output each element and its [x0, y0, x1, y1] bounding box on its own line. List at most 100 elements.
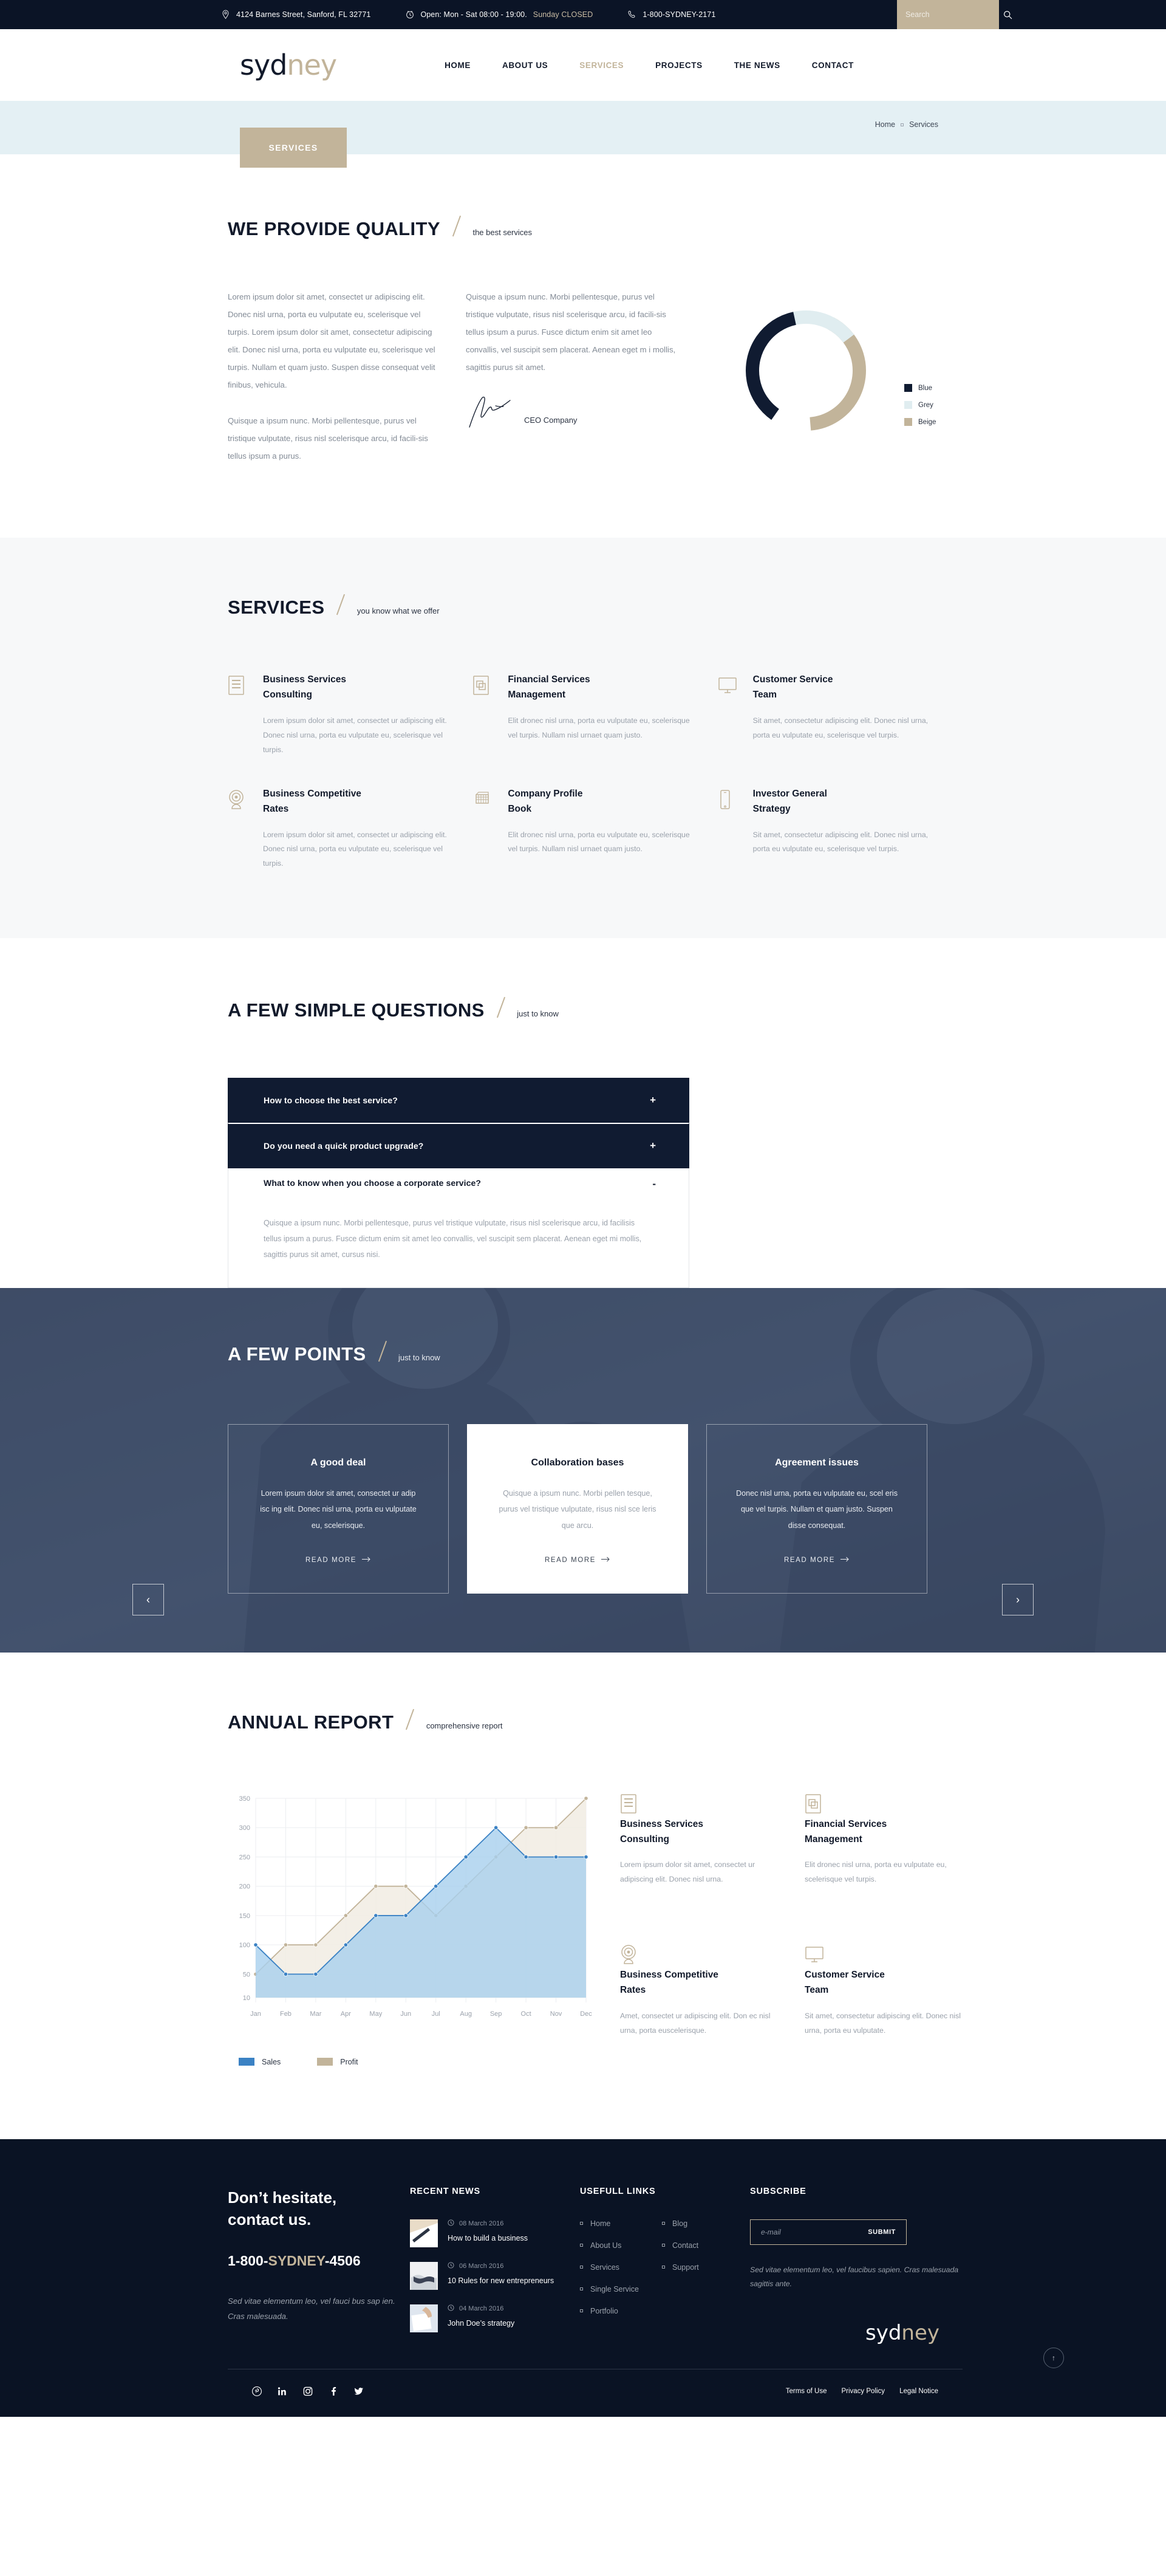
- news-title[interactable]: John Doe’s strategy: [448, 2319, 514, 2328]
- read-more-link[interactable]: READ MORE: [784, 1557, 850, 1564]
- pinterest-icon[interactable]: [252, 2386, 262, 2396]
- breadcrumb-home[interactable]: Home: [875, 120, 895, 129]
- point-card-text: Quisque a ipsum nunc. Morbi pellen tesqu…: [499, 1488, 656, 1530]
- document-icon: [228, 673, 248, 758]
- faq-item[interactable]: How to choose the best service? +: [228, 1078, 689, 1123]
- service-card-title: Financial Services Management: [508, 674, 590, 701]
- footer-link-single-service[interactable]: Single Service: [590, 2285, 639, 2293]
- news-date-row: 06 March 2016: [448, 2262, 554, 2270]
- point-card[interactable]: A good deal Lorem ipsum dolor sit amet, …: [228, 1423, 449, 1594]
- faq-item-header[interactable]: Do you need a quick product upgrade? +: [228, 1124, 689, 1168]
- facebook-icon[interactable]: [329, 2386, 338, 2396]
- footer-link-item[interactable]: Support: [662, 2263, 744, 2272]
- annual-service-card[interactable]: Business Services Consulting Lorem ipsum …: [620, 1793, 778, 1916]
- faq-item-header[interactable]: What to know when you choose a corporate…: [228, 1168, 689, 1216]
- nav-item-services[interactable]: SERVICES: [579, 61, 624, 70]
- service-card[interactable]: Customer Service Team Sit amet, consectet…: [718, 673, 944, 758]
- nav-item-contact[interactable]: CONTACT: [812, 61, 854, 70]
- annual-service-card[interactable]: Business Competitive Rates Amet, consecte…: [620, 1944, 778, 2066]
- page-title: SERVICES: [240, 128, 347, 168]
- service-card[interactable]: Financial Services Management Elit dronec…: [472, 673, 699, 758]
- service-card-title: Investor General Strategy: [752, 788, 827, 814]
- point-card[interactable]: Agreement issues Donec nisl urna, porta …: [706, 1423, 927, 1594]
- annual-service-card[interactable]: Customer Service Team Sit amet, consectet…: [805, 1944, 963, 2066]
- news-date-row: 04 March 2016: [448, 2304, 514, 2313]
- quality-paragraph-2: Quisque a ipsum nunc. Morbi pellentesque…: [228, 416, 428, 461]
- footer-link-contact[interactable]: Contact: [672, 2241, 698, 2250]
- annual-heading: ANNUAL REPORT comprehensive report: [228, 1708, 963, 1732]
- read-more-link[interactable]: READ MORE: [305, 1557, 371, 1564]
- read-more-link[interactable]: READ MORE: [545, 1557, 610, 1564]
- news-item[interactable]: 04 March 2016 John Doe’s strategy: [410, 2304, 580, 2332]
- point-card-text: Donec nisl urna, porta eu vulputate eu, …: [735, 1488, 898, 1530]
- breadcrumb: Home Services: [875, 120, 938, 129]
- footer-link-blog[interactable]: Blog: [672, 2219, 687, 2228]
- footer-link-item[interactable]: Single Service: [580, 2285, 662, 2293]
- quality-section: WE PROVIDE QUALITY the best services Lor…: [0, 154, 1166, 538]
- footer-link-about[interactable]: About Us: [590, 2241, 621, 2250]
- clock-icon: [406, 10, 414, 19]
- search-input[interactable]: [905, 10, 1003, 19]
- service-card[interactable]: Business Services Consulting Lorem ipsum …: [228, 673, 454, 758]
- footer-link-item[interactable]: Contact: [662, 2241, 744, 2250]
- footer-link-portfolio[interactable]: Portfolio: [590, 2307, 618, 2315]
- legal-link-terms[interactable]: Terms of Use: [786, 2388, 827, 2395]
- nav-item-home[interactable]: HOME: [445, 61, 471, 70]
- point-card[interactable]: Collaboration bases Quisque a ipsum nunc…: [467, 1423, 688, 1594]
- footer-link-item[interactable]: Blog: [662, 2219, 744, 2228]
- linkedin-icon[interactable]: [278, 2386, 287, 2396]
- twitter-icon[interactable]: [354, 2386, 364, 2396]
- service-card[interactable]: Company Profile Book Elit dronec nisl urn…: [472, 787, 699, 872]
- breadcrumb-current: Services: [909, 120, 938, 129]
- footer-link-item[interactable]: Home: [580, 2219, 662, 2228]
- svg-text:350: 350: [239, 1795, 250, 1803]
- legend-item-blue: Blue: [904, 384, 936, 392]
- annual-service-title: Business Services Consulting: [620, 1818, 704, 1845]
- svg-text:Mar: Mar: [310, 2010, 321, 2018]
- site-logo[interactable]: sydney: [240, 51, 337, 79]
- read-more-label: READ MORE: [544, 1557, 596, 1564]
- back-to-top-button[interactable]: ↑: [1043, 2347, 1064, 2368]
- news-thumbnail: [410, 2219, 438, 2247]
- nav-item-about[interactable]: ABOUT US: [502, 61, 548, 70]
- nav-item-projects[interactable]: PROJECTS: [655, 61, 703, 70]
- carousel-next-button[interactable]: ›: [1002, 1584, 1034, 1615]
- news-item[interactable]: 06 March 2016 10 Rules for new entrepren…: [410, 2261, 580, 2290]
- faq-item[interactable]: Do you need a quick product upgrade? +: [228, 1123, 689, 1169]
- footer-link-services[interactable]: Services: [590, 2263, 619, 2272]
- footer-link-item[interactable]: Services: [580, 2263, 662, 2272]
- subscribe-form[interactable]: SUBMIT: [750, 2219, 907, 2245]
- top-info-bar: 4124 Barnes Street, Sanford, FL 32771 Op…: [0, 0, 1166, 29]
- annual-service-card[interactable]: Financial Services Management Elit dronec…: [805, 1793, 963, 1916]
- news-item[interactable]: 08 March 2016 How to build a business: [410, 2219, 580, 2247]
- search-button[interactable]: [1003, 10, 1012, 19]
- legal-link-privacy[interactable]: Privacy Policy: [841, 2388, 885, 2395]
- nav-item-news[interactable]: THE NEWS: [734, 61, 780, 70]
- submit-button[interactable]: SUBMIT: [868, 2228, 896, 2236]
- news-title[interactable]: 10 Rules for new entrepreneurs: [448, 2276, 554, 2285]
- news-title[interactable]: How to build a business: [448, 2234, 528, 2242]
- footer-link-home[interactable]: Home: [590, 2219, 610, 2228]
- footer-logo-part-1: syd: [865, 2320, 902, 2345]
- instagram-icon[interactable]: [303, 2386, 313, 2396]
- point-card-title: A good deal: [310, 1457, 366, 1468]
- target-icon: [228, 787, 248, 872]
- footer-phone[interactable]: 1-800-SYDNEY-4506: [228, 2253, 410, 2269]
- service-card[interactable]: Business Competitive Rates Lorem ipsum do…: [228, 787, 454, 872]
- footer-logo[interactable]: sydney: [750, 2321, 963, 2345]
- annual-subtitle: comprehensive report: [426, 1721, 503, 1730]
- carousel-prev-button[interactable]: ‹: [132, 1584, 164, 1615]
- footer-link-support[interactable]: Support: [672, 2263, 699, 2272]
- faq-item-header[interactable]: How to choose the best service? +: [228, 1078, 689, 1122]
- bullet-icon: [580, 2266, 583, 2269]
- footer-link-item[interactable]: Portfolio: [580, 2307, 662, 2315]
- faq-item[interactable]: What to know when you choose a corporate…: [228, 1168, 689, 1288]
- legal-link-notice[interactable]: Legal Notice: [899, 2388, 938, 2395]
- search-box[interactable]: [897, 0, 1012, 29]
- email-field[interactable]: [761, 2227, 868, 2236]
- chart-legend-item-profit: Profit: [317, 2058, 358, 2066]
- service-card[interactable]: Investor General Strategy Sit amet, conse…: [718, 787, 944, 872]
- footer-link-item[interactable]: About Us: [580, 2241, 662, 2250]
- point-card-title: Collaboration bases: [531, 1457, 624, 1468]
- svg-text:50: 50: [243, 1971, 250, 1978]
